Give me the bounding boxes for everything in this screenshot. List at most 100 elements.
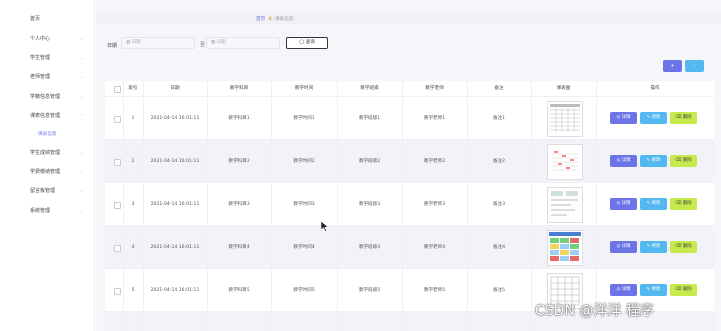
row-checkbox[interactable] (114, 116, 121, 123)
delete-button[interactable]: ⌫ 删除 (670, 284, 697, 296)
delete-button[interactable]: ⌫ 删除 (670, 112, 697, 124)
header-time: 教学时间 (294, 86, 314, 91)
detail-label: 详情 (621, 158, 631, 163)
mouse-cursor-icon (321, 221, 329, 232)
cell-class: 教学班级1 (358, 116, 381, 121)
detail-label: 详情 (621, 201, 631, 206)
header-actions: 操作 (650, 86, 660, 91)
cell-class: 教学班级3 (358, 202, 381, 207)
end-date-input[interactable]: ▦ 日期 (206, 37, 280, 49)
edit-label: 修改 (651, 158, 661, 163)
sidebar-item-timetable-info[interactable]: 课表信息 (38, 130, 56, 139)
cell-date: 2021-04-14 16:01:11 (150, 288, 200, 293)
header-timetable-image: 课表图 (556, 86, 571, 91)
cell-time: 教学时间2 (293, 159, 315, 164)
timetable-thumbnail[interactable] (547, 187, 583, 223)
timetable-thumbnail[interactable] (547, 230, 583, 266)
edit-button[interactable]: ✎ 修改 (640, 155, 667, 167)
delete-label: 删除 (682, 287, 692, 292)
timetable-thumbnail[interactable] (547, 144, 583, 180)
cell-index: 3 (131, 202, 135, 207)
breadcrumb-current: 课表信息 (275, 17, 294, 22)
trash-icon: ⌫ (675, 158, 683, 163)
cell-teacher: 教学老师1 (423, 116, 446, 121)
column-divider (207, 81, 208, 331)
date-filter-label: 日期 (107, 43, 118, 49)
header-date: 日期 (170, 86, 180, 91)
edit-button[interactable]: ✎ 修改 (640, 284, 667, 296)
cell-subject: 教学科目1 (228, 116, 250, 121)
chevron-down-icon: ⌄ (80, 55, 84, 60)
detail-button[interactable]: ◎ 详情 (610, 198, 637, 210)
table-row: 2 2021-04-14 16:01:11 教学科目2 教学时间2 教学班级2 … (105, 139, 714, 182)
trash-icon: ⌫ (675, 201, 683, 206)
header-remark: 备注 (494, 86, 504, 91)
trash-icon: ⌫ (675, 244, 683, 249)
delete-button[interactable]: ⌫ 删除 (670, 241, 697, 253)
sidebar-item-tuition-manage[interactable]: 学费缴纳管理 (30, 168, 60, 177)
cell-remark: 备注5 (492, 288, 506, 293)
sidebar-item-teacher-manage[interactable]: 老师管理 (30, 73, 50, 82)
sidebar-item-timetable-manage[interactable]: 课表信息管理 (30, 112, 60, 121)
cell-teacher: 教学老师2 (423, 159, 446, 164)
row-checkbox[interactable] (114, 202, 121, 209)
cell-subject: 教学科目3 (228, 202, 250, 207)
chevron-down-icon: ⌄ (80, 188, 84, 193)
chevron-down-icon: ⌄ (80, 94, 84, 99)
detail-button[interactable]: ◎ 详情 (610, 284, 637, 296)
cell-class: 教学班级4 (358, 245, 381, 250)
cell-index: 5 (131, 288, 135, 293)
chevron-up-icon: ⌃ (80, 113, 84, 118)
add-button[interactable]: + (663, 60, 682, 72)
end-date-placeholder: 日期 (216, 40, 226, 45)
row-checkbox[interactable] (114, 245, 121, 252)
detail-button[interactable]: ◎ 详情 (610, 112, 637, 124)
edit-button[interactable]: ✎ 修改 (640, 241, 667, 253)
trash-icon: ⌫ (675, 115, 683, 120)
column-divider (402, 81, 403, 331)
sidebar-item-system-manage[interactable]: 系统管理 (30, 207, 50, 216)
column-divider (467, 81, 468, 331)
sidebar-item-student-manage[interactable]: 学生管理 (30, 54, 50, 63)
cell-subject: 教学科目2 (228, 159, 250, 164)
select-all-checkbox[interactable] (114, 86, 121, 93)
column-divider (337, 81, 338, 331)
column-divider (596, 81, 597, 331)
edit-button[interactable]: ✎ 修改 (640, 198, 667, 210)
edit-label: 修改 (651, 244, 661, 249)
cell-class: 教学班级5 (358, 288, 381, 293)
timetable-table: 索引 日期 教学科目 教学时间 教学班级 教学老师 备注 课表图 操作 1 20… (105, 81, 714, 331)
cell-date: 2021-04-14 16:01:11 (150, 159, 200, 164)
row-checkbox[interactable] (114, 159, 121, 166)
trash-icon: ⌫ (675, 287, 683, 292)
sidebar-item-personal-center[interactable]: 个人中心 (30, 35, 50, 44)
cell-time: 教学时间5 (293, 288, 315, 293)
delete-button[interactable]: ⌫ 删除 (670, 198, 697, 210)
edit-button[interactable]: ✎ 修改 (640, 112, 667, 124)
edit-label: 修改 (651, 115, 661, 120)
cell-teacher: 教学老师3 (423, 202, 446, 207)
detail-button[interactable]: ◎ 详情 (610, 241, 637, 253)
delete-label: 删除 (682, 244, 692, 249)
start-date-input[interactable]: ▦ 日期 (121, 37, 195, 49)
header-subject: 教学科目 (229, 86, 249, 91)
query-button[interactable]: ◯ 查询 (286, 37, 328, 49)
batch-delete-button[interactable]: - (685, 60, 704, 72)
breadcrumb-home[interactable]: 首页 (256, 16, 265, 22)
delete-button[interactable]: ⌫ 删除 (670, 155, 697, 167)
sidebar-item-enrollment-manage[interactable]: 学籍信息管理 (30, 93, 60, 102)
sidebar-item-message-board[interactable]: 留言板管理 (30, 187, 55, 196)
cell-subject: 教学科目4 (228, 245, 250, 250)
breadcrumb (96, 13, 721, 25)
column-divider (143, 81, 144, 331)
cell-time: 教学时间1 (293, 116, 315, 121)
row-checkbox[interactable] (114, 288, 121, 295)
cell-date: 2021-04-14 16:01:11 (150, 116, 200, 121)
cell-class: 教学班级2 (358, 159, 381, 164)
sidebar-item-grades-manage[interactable]: 学生成绩管理 (30, 149, 60, 158)
column-divider (531, 81, 532, 331)
cell-remark: 备注3 (492, 202, 506, 207)
timetable-thumbnail[interactable] (547, 101, 583, 137)
detail-button[interactable]: ◎ 详情 (610, 155, 637, 167)
sidebar-item-home[interactable]: 首页 (30, 15, 40, 24)
